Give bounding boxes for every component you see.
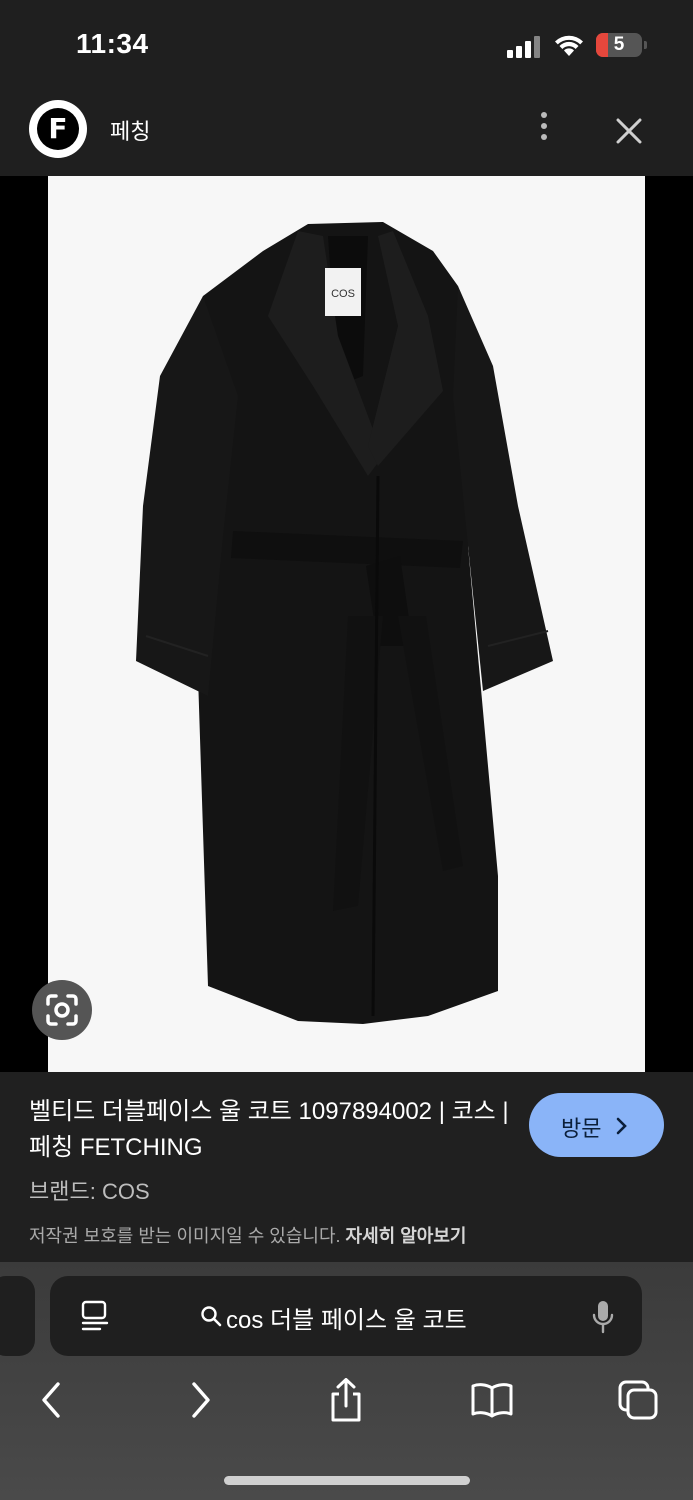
forward-icon[interactable] bbox=[178, 1378, 222, 1422]
previous-tab[interactable] bbox=[0, 1276, 35, 1356]
result-info-panel: 벨티드 더블페이스 울 코트 1097894002 | 코스 | 페칭 FETC… bbox=[0, 1072, 693, 1262]
address-bar[interactable]: cos 더블 페이스 울 코트 bbox=[50, 1276, 642, 1356]
lens-header: F 페칭 bbox=[0, 92, 693, 176]
battery-level: 5 bbox=[613, 34, 625, 55]
bookmarks-icon[interactable] bbox=[470, 1378, 514, 1422]
share-icon[interactable] bbox=[324, 1378, 368, 1422]
more-options-icon[interactable] bbox=[532, 112, 556, 146]
coat-label: COS bbox=[331, 288, 355, 300]
tabs-icon[interactable] bbox=[616, 1378, 660, 1422]
site-name[interactable]: 페칭 bbox=[110, 114, 150, 146]
chevron-right-icon bbox=[616, 1115, 628, 1141]
site-logo[interactable]: F bbox=[29, 100, 87, 158]
battery-icon: 5 bbox=[596, 33, 647, 57]
browser-toolbar bbox=[0, 1372, 693, 1442]
brand-text: 브랜드: COS bbox=[29, 1179, 150, 1204]
clock: 11:34 bbox=[76, 28, 149, 59]
back-icon[interactable] bbox=[30, 1378, 74, 1422]
product-image[interactable]: COS bbox=[48, 176, 645, 1072]
copyright-text: 저작권 보호를 받는 이미지일 수 있습니다. bbox=[29, 1226, 341, 1246]
search-query[interactable]: cos 더블 페이스 울 코트 bbox=[226, 1300, 467, 1335]
visit-button[interactable]: 방문 bbox=[529, 1093, 664, 1157]
product-title[interactable]: 벨티드 더블페이스 울 코트 1097894002 | 코스 | 페칭 FETC… bbox=[29, 1094, 509, 1166]
camera-lens-icon bbox=[46, 994, 78, 1026]
visit-label: 방문 bbox=[561, 1116, 602, 1141]
image-viewer: COS bbox=[0, 176, 693, 1072]
browser-bottom-bar: cos 더블 페이스 울 코트 bbox=[0, 1262, 693, 1500]
home-indicator[interactable] bbox=[224, 1476, 470, 1485]
cellular-signal-icon bbox=[507, 34, 543, 58]
microphone-icon[interactable] bbox=[592, 1300, 614, 1334]
page-menu-icon[interactable] bbox=[80, 1300, 110, 1332]
copyright-notice: 저작권 보호를 받는 이미지일 수 있습니다. 자세히 알아보기 bbox=[29, 1222, 466, 1248]
close-icon[interactable] bbox=[612, 114, 646, 148]
lens-search-button[interactable] bbox=[32, 980, 92, 1040]
coat-illustration: COS bbox=[136, 222, 553, 1024]
wifi-icon bbox=[555, 35, 583, 56]
search-icon bbox=[201, 1306, 222, 1327]
logo-letter: F bbox=[37, 108, 79, 150]
status-bar: 11:34 5 bbox=[0, 0, 693, 92]
learn-more-link[interactable]: 자세히 알아보기 bbox=[346, 1226, 467, 1246]
